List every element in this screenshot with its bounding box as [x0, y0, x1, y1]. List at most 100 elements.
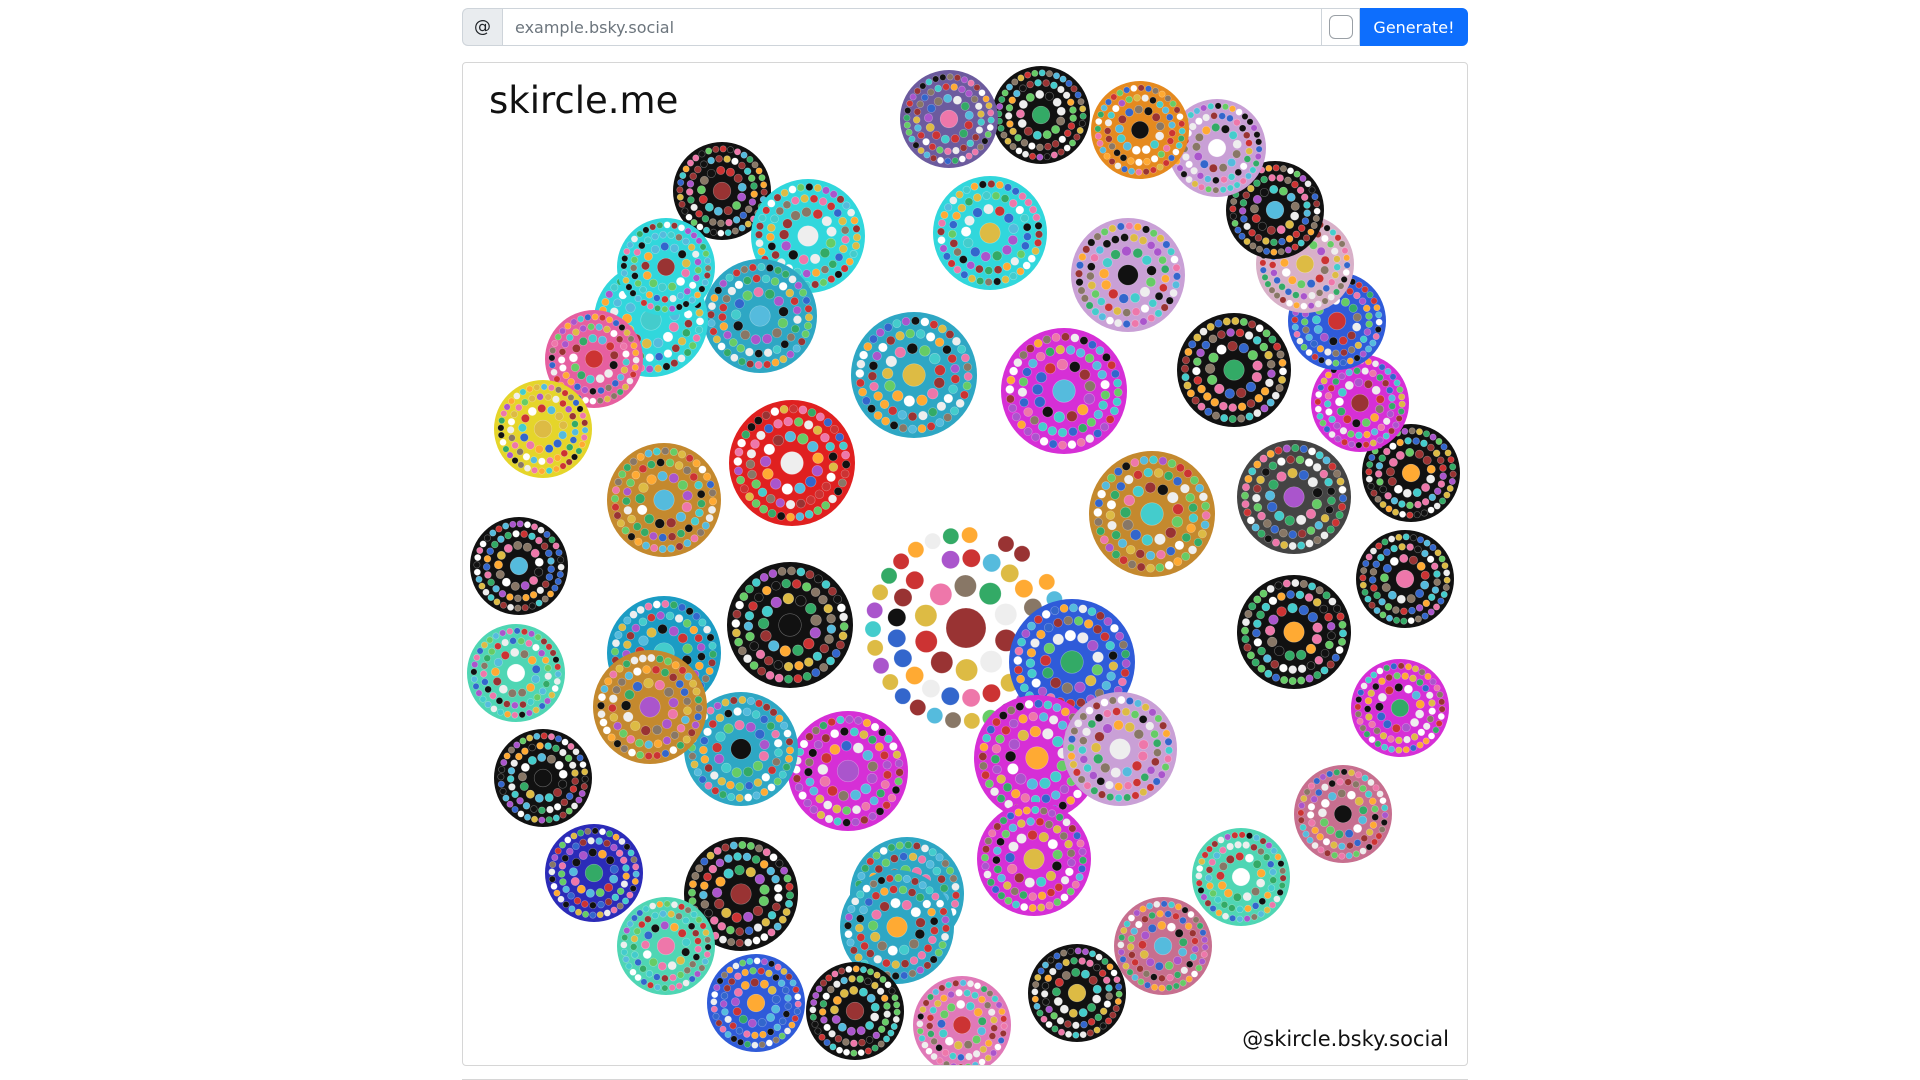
- avatar-dot: [734, 972, 742, 980]
- avatar-dot: [951, 891, 961, 900]
- avatar-dot: [884, 734, 893, 744]
- avatar-dot: [1141, 145, 1151, 155]
- avatar-dot: [567, 892, 575, 900]
- avatar-dot: [507, 603, 515, 611]
- avatar-dot: [811, 280, 820, 289]
- avatar-dot: [941, 686, 960, 706]
- avatar-dot: [938, 984, 946, 992]
- avatar-dot: [1241, 635, 1250, 644]
- avatar-dot: [825, 441, 835, 452]
- avatar-dot: [1186, 389, 1195, 398]
- avatar-dot: [933, 377, 945, 389]
- avatar-cluster: [607, 443, 721, 557]
- avatar-dot: [1052, 703, 1062, 713]
- avatar-dot: [1203, 392, 1212, 401]
- avatar-dot: [683, 287, 692, 296]
- avatar-dot: [689, 172, 697, 180]
- avatar-dot: [911, 877, 920, 886]
- avatar-dot: [1416, 561, 1426, 571]
- avatar-dot: [543, 530, 551, 538]
- avatar-dot: [565, 807, 573, 815]
- avatar-dot: [1373, 591, 1381, 600]
- avatar-dot: [954, 574, 977, 598]
- avatar-dot: [835, 640, 845, 650]
- avatar-dot: [766, 232, 775, 242]
- avatar-dot: [644, 915, 652, 923]
- avatar-dot: [1305, 508, 1317, 520]
- avatar-dot: [978, 89, 986, 97]
- handle-input[interactable]: [502, 8, 1322, 46]
- avatar-dot: [579, 324, 587, 333]
- avatar-dot: [578, 441, 586, 448]
- avatar-dot: [553, 803, 562, 811]
- avatar-dot: [757, 262, 766, 272]
- avatar-dot: [548, 868, 556, 876]
- avatar-dot: [544, 697, 552, 705]
- avatar-dot: [1340, 348, 1348, 357]
- avatar-dot: [759, 572, 769, 582]
- avatar-dot: [690, 910, 698, 918]
- avatar-dot: [1185, 176, 1193, 184]
- avatar-dot: [1439, 497, 1447, 505]
- avatar-dot: [1327, 311, 1347, 331]
- avatar-dot: [941, 859, 950, 868]
- avatar-dot: [1342, 268, 1350, 276]
- option-checkbox[interactable]: [1328, 15, 1353, 39]
- avatar-dot: [973, 1007, 983, 1017]
- avatar-dot: [1319, 773, 1327, 781]
- avatar-dot: [1057, 720, 1068, 730]
- avatar-dot: [690, 760, 699, 769]
- avatar-cluster: [1071, 218, 1185, 332]
- avatar-dot: [1415, 589, 1425, 598]
- avatar-dot: [1052, 825, 1062, 834]
- avatar-dot: [819, 979, 827, 987]
- avatar-dot: [1311, 193, 1319, 201]
- avatar-dot: [677, 249, 687, 259]
- avatar-dot: [1297, 529, 1307, 539]
- avatar-dot: [1033, 1002, 1041, 1010]
- avatar-dot: [1312, 463, 1322, 472]
- avatar-dot: [1332, 377, 1340, 386]
- avatar-dot: [1193, 333, 1202, 342]
- avatar-dot: [811, 668, 821, 678]
- avatar-dot: [499, 629, 507, 637]
- avatar-dot: [1265, 200, 1285, 220]
- avatar-dot: [529, 591, 538, 599]
- avatar-dot: [1378, 598, 1386, 606]
- avatar-dot: [724, 1015, 732, 1024]
- avatar-dot: [1350, 393, 1370, 413]
- avatar-dot: [1064, 629, 1077, 642]
- avatar-dot: [1251, 887, 1261, 896]
- avatar-dot: [1276, 174, 1284, 182]
- avatar-dot: [1399, 510, 1407, 518]
- avatar-dot: [1276, 471, 1287, 482]
- avatar-dot: [852, 224, 861, 233]
- avatar-dot: [757, 666, 767, 676]
- avatar-dot: [538, 816, 546, 824]
- avatar-dot: [826, 226, 837, 237]
- avatar-dot: [1313, 325, 1323, 334]
- avatar-dot: [713, 701, 722, 710]
- generate-button[interactable]: Generate!: [1360, 8, 1468, 46]
- avatar-dot: [632, 863, 640, 871]
- avatar-dot: [1132, 248, 1143, 259]
- avatar-dot: [785, 754, 794, 763]
- avatar-dot: [957, 1053, 965, 1062]
- avatar-dot: [1259, 266, 1267, 274]
- avatar-dot: [978, 582, 1002, 605]
- avatar-dot: [682, 300, 690, 308]
- avatar-dot: [1323, 224, 1331, 232]
- avatar-dot: [949, 220, 958, 229]
- avatar-dot: [1067, 752, 1076, 761]
- avatar-dot: [564, 754, 573, 762]
- avatar-dot: [962, 381, 972, 391]
- avatar-dot: [1410, 718, 1420, 727]
- avatar-dot: [738, 695, 747, 705]
- avatar-dot: [531, 523, 538, 531]
- avatar-dot: [749, 661, 759, 670]
- avatar-dot: [778, 613, 802, 637]
- avatar-dot: [797, 225, 819, 247]
- avatar-dot: [623, 843, 631, 851]
- avatar-dot: [1264, 534, 1273, 543]
- avatar-dot: [561, 340, 569, 348]
